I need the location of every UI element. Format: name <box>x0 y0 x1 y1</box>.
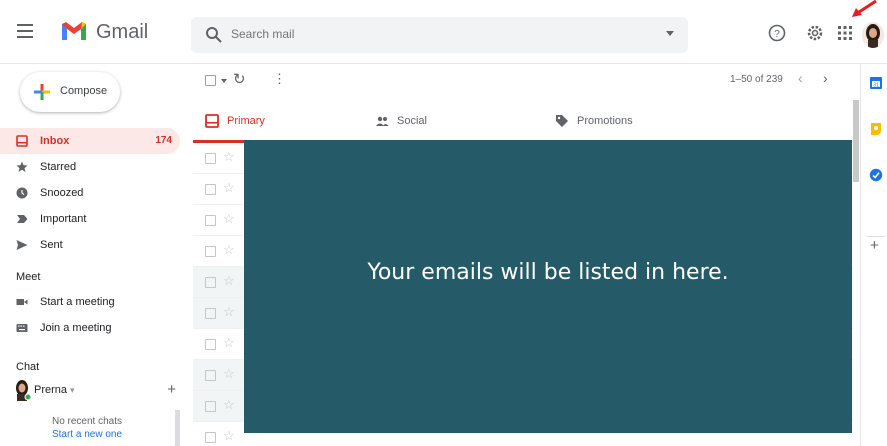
row-checkbox[interactable] <box>205 153 216 164</box>
chat-user[interactable]: Prerna ▾ + <box>12 379 180 401</box>
row-checkbox[interactable] <box>205 215 216 226</box>
gear-icon[interactable] <box>806 24 824 42</box>
inbox-count-badge: 174 <box>155 135 172 146</box>
calendar-icon[interactable]: 31 <box>869 76 883 90</box>
star-icon <box>16 161 28 172</box>
svg-text:31: 31 <box>873 83 879 89</box>
row-checkbox[interactable] <box>205 339 216 350</box>
avatar <box>16 380 32 401</box>
menu-icon[interactable] <box>14 20 36 42</box>
star-icon[interactable]: ☆ <box>223 428 235 444</box>
chevron-down-icon[interactable] <box>221 79 227 83</box>
more-options-icon[interactable]: ⋮ <box>273 71 286 87</box>
star-icon[interactable]: ☆ <box>223 180 235 196</box>
inbox-icon <box>16 135 28 147</box>
sidebar-item-label: Inbox <box>40 135 70 147</box>
inbox-icon <box>205 114 219 128</box>
top-bar: Gmail ? <box>0 0 887 64</box>
search-bar[interactable] <box>191 17 688 53</box>
add-icon[interactable]: + <box>870 237 879 254</box>
sidebar-item-join-meeting[interactable]: Join a meeting <box>0 315 180 341</box>
sidebar-item-label: Starred <box>40 161 77 173</box>
clock-icon <box>16 187 28 199</box>
side-panel: 31 + <box>860 64 887 446</box>
row-checkbox[interactable] <box>205 401 216 412</box>
add-chat-button[interactable]: + <box>167 381 176 398</box>
sidebar-item-label: Join a meeting <box>40 322 112 334</box>
compose-label: Compose <box>60 85 108 97</box>
sidebar-item-label: Sent <box>40 239 63 251</box>
chevron-left-icon[interactable]: ‹ <box>798 70 803 86</box>
overlay-message: Your emails will be listed in here. <box>367 260 729 285</box>
tag-icon <box>556 115 568 127</box>
star-icon[interactable]: ☆ <box>223 149 235 165</box>
tab-label: Social <box>397 115 427 127</box>
star-icon[interactable]: ☆ <box>223 242 235 258</box>
help-icon[interactable]: ? <box>768 24 786 42</box>
tab-primary[interactable]: Primary <box>193 100 363 143</box>
app-name: Gmail <box>96 21 149 43</box>
sidebar-item-label: Important <box>40 213 87 225</box>
search-options-icon[interactable] <box>666 31 674 36</box>
row-checkbox[interactable] <box>205 246 216 257</box>
select-all-checkbox[interactable] <box>205 75 216 86</box>
pagination-text: 1–50 of 239 <box>730 74 783 85</box>
sidebar-item-important[interactable]: Important <box>0 206 180 232</box>
refresh-icon[interactable]: ↻ <box>233 70 246 88</box>
meet-section-title: Meet <box>16 271 41 283</box>
compose-plus-icon <box>34 84 50 100</box>
svg-text:?: ? <box>774 29 780 40</box>
row-checkbox[interactable] <box>205 277 216 288</box>
tab-label: Promotions <box>577 115 633 127</box>
keyboard-icon <box>16 324 28 332</box>
row-checkbox[interactable] <box>205 432 216 443</box>
annotation-arrow-icon <box>852 0 877 17</box>
sidebar-item-label: Snoozed <box>40 187 84 199</box>
sidebar-item-snoozed[interactable]: Snoozed <box>0 180 180 206</box>
category-tabs: Primary Social Promotions <box>193 100 853 143</box>
chat-user-name: Prerna ▾ <box>34 384 75 396</box>
sidebar: Compose Inbox 174 Starred Snoozed Import… <box>0 64 184 446</box>
sidebar-item-label: Start a meeting <box>40 296 115 308</box>
tab-social[interactable]: Social <box>363 100 543 142</box>
star-icon[interactable]: ☆ <box>223 273 235 289</box>
sidebar-scrollbar[interactable] <box>175 410 180 446</box>
important-icon <box>17 215 28 223</box>
email-list-overlay: Your emails will be listed in here. <box>244 140 852 433</box>
sidebar-item-sent[interactable]: Sent <box>0 232 180 258</box>
star-icon[interactable]: ☆ <box>223 211 235 227</box>
tasks-icon[interactable] <box>869 168 883 182</box>
row-checkbox[interactable] <box>205 184 216 195</box>
chevron-down-icon[interactable]: ▾ <box>70 385 75 395</box>
star-icon[interactable]: ☆ <box>223 366 235 382</box>
main-scrollbar[interactable] <box>853 100 859 182</box>
no-recent-chats-text: No recent chats <box>51 416 123 427</box>
star-icon[interactable]: ☆ <box>223 397 235 413</box>
search-icon[interactable] <box>205 26 223 44</box>
send-icon <box>16 240 28 250</box>
start-new-chat-link[interactable]: Start a new one <box>0 429 174 440</box>
keep-icon[interactable] <box>869 122 883 136</box>
chat-section-title: Chat <box>16 361 40 373</box>
star-icon[interactable]: ☆ <box>223 304 235 320</box>
row-checkbox[interactable] <box>205 308 216 319</box>
sidebar-item-inbox[interactable]: Inbox 174 <box>0 128 180 154</box>
row-checkbox[interactable] <box>205 370 216 381</box>
video-icon <box>16 299 28 305</box>
search-input[interactable] <box>231 27 611 41</box>
tab-label: Primary <box>227 115 265 127</box>
mail-toolbar: ↻ ⋮ 1–50 of 239 ‹ › <box>193 64 853 100</box>
tab-promotions[interactable]: Promotions <box>543 100 723 142</box>
gmail-logo-icon[interactable] <box>60 20 88 42</box>
avatar[interactable] <box>862 22 884 48</box>
apps-icon[interactable] <box>836 24 854 42</box>
sidebar-item-start-meeting[interactable]: Start a meeting <box>0 289 180 315</box>
people-icon <box>376 116 389 126</box>
star-icon[interactable]: ☆ <box>223 335 235 351</box>
sidebar-item-starred[interactable]: Starred <box>0 154 180 180</box>
chevron-right-icon[interactable]: › <box>823 70 828 86</box>
compose-button[interactable]: Compose <box>20 72 120 112</box>
